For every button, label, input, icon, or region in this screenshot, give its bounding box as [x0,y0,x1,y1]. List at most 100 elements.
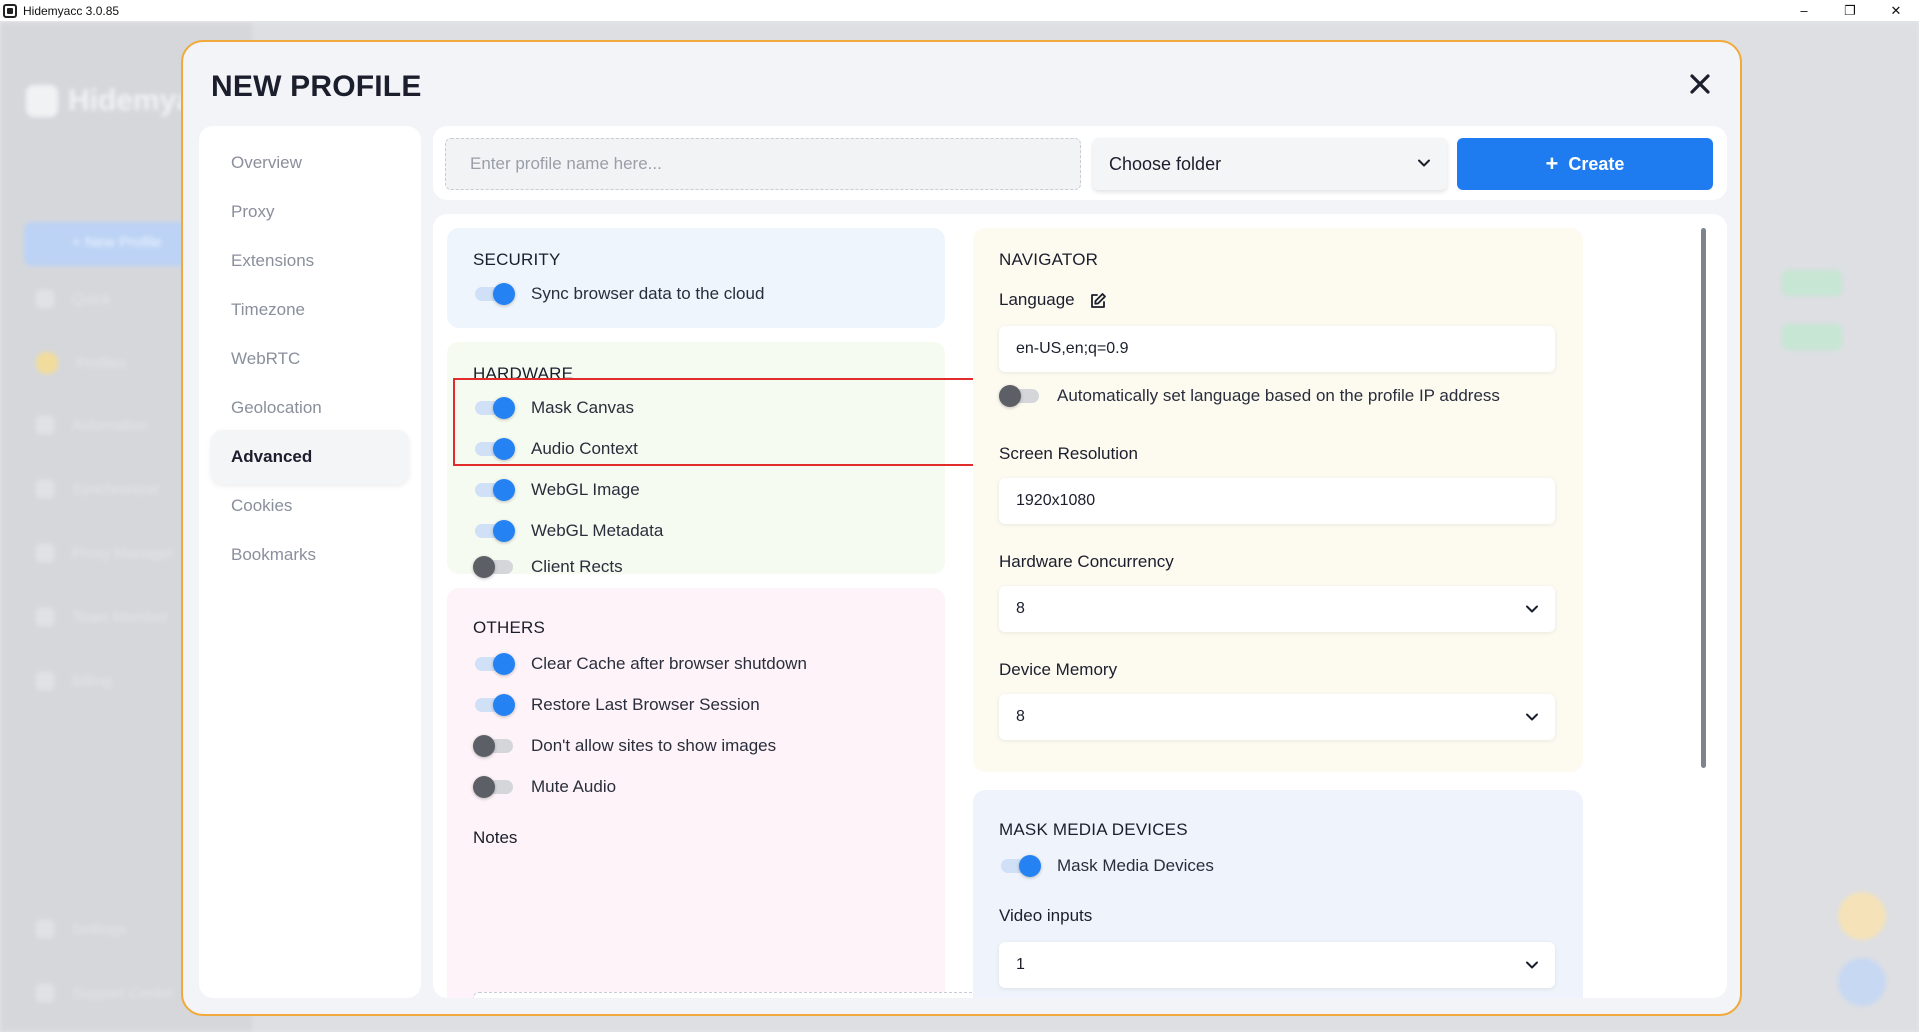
nav-item-webrtc[interactable]: WebRTC [211,332,409,386]
auto-language-row: Automatically set language based on the … [999,384,1500,408]
background-sidebar-item: Profiles [36,352,126,374]
background-chip [1782,324,1842,350]
background-sidebar-item: Quick [36,290,110,308]
new-profile-modal: NEW PROFILE Overview Proxy Extensions Ti… [181,40,1742,1016]
clear-cache-row: Clear Cache after browser shutdown [473,652,807,676]
security-title: SECURITY [473,250,561,269]
block-images-toggle[interactable] [473,734,515,758]
chevron-down-icon [1526,605,1538,613]
create-button-label: Create [1568,153,1625,174]
maximize-button[interactable]: ❐ [1827,0,1873,22]
video-inputs-select[interactable]: 1 [999,942,1555,988]
media-devices-title: MASK MEDIA DEVICES [999,820,1188,839]
restore-session-label: Restore Last Browser Session [531,695,760,714]
minimize-button[interactable]: – [1781,0,1827,22]
background-chip [1782,270,1842,296]
hardware-concurrency-value: 8 [1016,600,1025,617]
navigator-card: NAVIGATOR Language en-US,en;q=0.9 Automa… [973,228,1583,772]
notes-label: Notes [473,828,518,847]
screen-resolution-input[interactable]: 1920x1080 [999,478,1555,524]
client-rects-label: Client Rects [531,557,623,576]
profile-name-input[interactable] [445,138,1081,190]
language-input[interactable]: en-US,en;q=0.9 [999,326,1555,372]
mask-media-label: Mask Media Devices [1057,856,1214,875]
webgl-metadata-label: WebGL Metadata [531,521,664,540]
video-inputs-value: 1 [1016,956,1025,973]
webgl-metadata-toggle[interactable] [473,519,515,543]
background-sidebar-item: Support Center [36,984,174,1002]
nav-item-geolocation[interactable]: Geolocation [211,381,409,435]
sync-cloud-toggle[interactable] [473,282,515,306]
close-modal-button[interactable] [1682,66,1718,102]
background-sidebar-item: Synchronizer [36,480,160,498]
screen-resolution-label: Screen Resolution [999,444,1138,463]
security-card: SECURITY Sync browser data to the cloud [447,228,945,328]
chevron-down-icon [1526,713,1538,721]
auto-language-toggle[interactable] [999,384,1041,408]
window-close-button[interactable]: ✕ [1873,0,1919,22]
background-sidebar-item: Billing [36,672,112,690]
language-label-row: Language [999,290,1107,310]
webgl-metadata-row: WebGL Metadata [473,519,663,543]
webgl-image-toggle[interactable] [473,478,515,502]
background-bubble [1838,892,1886,940]
others-card: OTHERS Clear Cache after browser shutdow… [447,588,945,998]
window-controls: – ❐ ✕ [1781,0,1919,22]
chevron-down-icon [1526,961,1538,969]
media-devices-card: MASK MEDIA DEVICES Mask Media Devices Vi… [973,790,1583,998]
client-rects-toggle[interactable] [473,555,515,579]
client-rects-row: Client Rects [473,555,623,579]
window-titlebar: Hidemyacc 3.0.85 – ❐ ✕ [0,0,1919,22]
mask-media-row: Mask Media Devices [999,854,1214,878]
device-memory-value: 8 [1016,708,1025,725]
clear-cache-toggle[interactable] [473,652,515,676]
nav-item-timezone[interactable]: Timezone [211,283,409,337]
notes-input[interactable] [473,992,1029,998]
background-sidebar-item: Team Member [36,608,168,626]
chevron-down-icon [1418,159,1430,167]
hardware-concurrency-label: Hardware Concurrency [999,552,1174,571]
language-label: Language [999,290,1075,309]
webgl-image-label: WebGL Image [531,480,640,499]
block-images-label: Don't allow sites to show images [531,736,777,755]
advanced-settings-panel: SECURITY Sync browser data to the cloud … [433,214,1727,998]
mask-media-toggle[interactable] [999,854,1041,878]
video-inputs-label: Video inputs [999,906,1093,925]
folder-select-label: Choose folder [1109,153,1222,174]
navigator-title: NAVIGATOR [999,250,1099,269]
mute-audio-row: Mute Audio [473,775,616,799]
mute-audio-label: Mute Audio [531,777,617,796]
webgl-image-row: WebGL Image [473,478,640,502]
folder-select[interactable]: Choose folder [1093,138,1447,190]
nav-item-cookies[interactable]: Cookies [211,479,409,533]
plus-icon: + [1545,151,1559,176]
others-title: OTHERS [473,618,546,637]
sync-cloud-row: Sync browser data to the cloud [473,282,764,306]
device-memory-select[interactable]: 8 [999,694,1555,740]
block-images-row: Don't allow sites to show images [473,734,776,758]
auto-language-label: Automatically set language based on the … [1057,386,1500,405]
device-memory-label: Device Memory [999,660,1118,679]
background-sidebar-item: Automation [36,416,148,434]
close-icon [1690,74,1710,94]
app-icon [3,3,17,18]
mute-audio-toggle[interactable] [473,775,515,799]
restore-session-toggle[interactable] [473,693,515,717]
nav-item-overview[interactable]: Overview [211,136,409,190]
background-sidebar-item: Proxy Manager [36,544,174,562]
background-bubble [1838,958,1886,1006]
content-scrollbar[interactable] [1701,228,1706,768]
profile-nav: Overview Proxy Extensions Timezone WebRT… [199,126,421,998]
modal-title: NEW PROFILE [211,70,422,103]
create-button[interactable]: + Create [1457,138,1713,190]
sync-cloud-label: Sync browser data to the cloud [531,284,765,303]
mask-canvas-highlight [453,378,1013,466]
background-sidebar-item: Settings [36,920,126,938]
nav-item-proxy[interactable]: Proxy [211,185,409,239]
restore-session-row: Restore Last Browser Session [473,693,760,717]
hardware-concurrency-select[interactable]: 8 [999,586,1555,632]
edit-icon[interactable] [1089,292,1107,310]
nav-item-advanced[interactable]: Advanced [211,430,409,484]
nav-item-extensions[interactable]: Extensions [211,234,409,288]
nav-item-bookmarks[interactable]: Bookmarks [211,528,409,582]
